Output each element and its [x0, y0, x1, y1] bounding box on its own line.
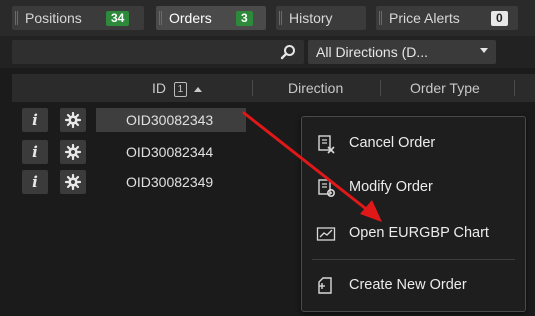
tab-orders-label: Orders [169, 10, 212, 26]
info-button[interactable]: i [22, 170, 48, 194]
order-id-cell[interactable]: OID30082349 [96, 170, 246, 194]
menu-item-label: Modify Order [349, 179, 433, 195]
price-alerts-count-badge: 0 [491, 11, 508, 26]
grid-header: ID 1 Direction Order Type [12, 74, 535, 102]
order-id-cell[interactable]: OID30082344 [96, 140, 246, 164]
column-header-direction[interactable]: Direction [288, 74, 343, 102]
column-header-id[interactable]: ID 1 [152, 74, 202, 102]
tab-history-label: History [289, 10, 333, 26]
info-button[interactable]: i [22, 108, 48, 132]
modify-order-icon [318, 179, 336, 198]
create-order-icon [318, 277, 332, 294]
column-header-order-type[interactable]: Order Type [410, 74, 480, 102]
menu-item-open-chart[interactable]: Open EURGBP Chart [302, 215, 525, 251]
filter-bar: All Directions (D... [0, 36, 535, 68]
orders-count-badge: 3 [236, 11, 253, 26]
settings-button[interactable] [60, 108, 86, 132]
menu-item-label: Create New Order [349, 277, 467, 293]
info-icon: i [32, 111, 38, 129]
column-header-order-type-label: Order Type [410, 80, 480, 96]
direction-filter-value: All Directions (D... [316, 44, 429, 60]
drag-grip-icon [159, 11, 162, 25]
tab-price-alerts-label: Price Alerts [389, 10, 460, 26]
positions-count-badge: 34 [106, 11, 130, 26]
context-menu: Cancel Order Modify Order Open EURGBP Ch… [301, 116, 526, 312]
chevron-down-icon [480, 48, 488, 53]
chart-icon [316, 227, 336, 241]
search-icon[interactable] [280, 44, 296, 60]
tab-bar: Positions 34 Orders 3 History Price Aler… [0, 0, 535, 36]
info-icon: i [32, 143, 38, 161]
column-header-direction-label: Direction [288, 80, 344, 96]
menu-item-label: Cancel Order [349, 135, 436, 151]
column-divider[interactable] [380, 80, 381, 96]
gear-icon [65, 112, 81, 128]
menu-item-modify-order[interactable]: Modify Order [302, 169, 525, 205]
search-input[interactable] [12, 40, 304, 64]
info-icon: i [32, 173, 38, 191]
sort-order-indicator: 1 [173, 81, 187, 97]
tab-history[interactable]: History [276, 6, 366, 30]
column-header-id-label: ID [152, 80, 166, 96]
gear-icon [65, 174, 81, 190]
tab-positions-label: Positions [25, 10, 82, 26]
drag-grip-icon [379, 11, 382, 25]
sort-ascending-icon [193, 86, 202, 92]
settings-button[interactable] [60, 170, 86, 194]
tab-price-alerts[interactable]: Price Alerts 0 [376, 6, 518, 30]
menu-divider [312, 259, 515, 260]
column-divider[interactable] [514, 80, 515, 96]
direction-filter-select[interactable]: All Directions (D... [308, 40, 496, 64]
order-id-cell[interactable]: OID30082343 [96, 108, 246, 132]
menu-item-create-new-order[interactable]: Create New Order [302, 267, 525, 303]
menu-item-label: Open EURGBP Chart [349, 225, 489, 241]
column-divider[interactable] [252, 80, 253, 96]
info-button[interactable]: i [22, 140, 48, 164]
menu-item-cancel-order[interactable]: Cancel Order [302, 125, 525, 161]
drag-grip-icon [279, 11, 282, 25]
tab-orders[interactable]: Orders 3 [156, 6, 266, 30]
gear-icon [65, 144, 81, 160]
drag-grip-icon [15, 11, 18, 25]
tab-positions[interactable]: Positions 34 [12, 6, 144, 30]
settings-button[interactable] [60, 140, 86, 164]
cancel-order-icon [318, 135, 335, 154]
